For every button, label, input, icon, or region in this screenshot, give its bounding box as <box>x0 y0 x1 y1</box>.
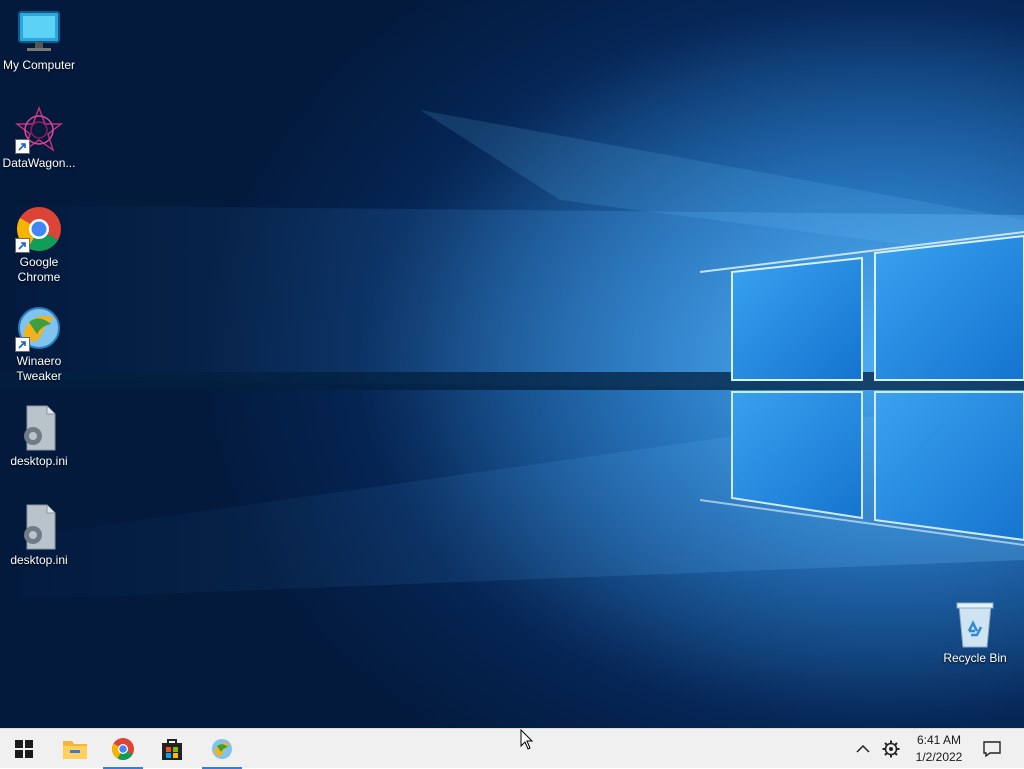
desktop-icon-label: DataWagon... <box>2 156 76 170</box>
desktop-icon-desktop-ini-1[interactable]: desktop.ini <box>0 404 78 469</box>
desktop-icon-my-computer[interactable]: My Computer <box>0 8 78 73</box>
desktop-icon-google-chrome[interactable]: Google Chrome <box>0 205 78 285</box>
taskbar-winaero-tweaker[interactable] <box>198 729 246 769</box>
clock-date: 1/2/2022 <box>915 750 963 764</box>
start-button[interactable] <box>0 729 48 769</box>
taskbar-file-explorer[interactable] <box>51 729 99 769</box>
microsoft-store-icon <box>162 739 182 760</box>
desktop-icon-label: My Computer <box>2 58 76 72</box>
action-center-icon <box>983 741 1001 758</box>
desktop-icon-label: desktop.ini <box>10 454 68 468</box>
tray-settings-button[interactable] <box>877 729 905 769</box>
taskbar-chrome[interactable] <box>99 729 147 769</box>
shortcut-arrow-icon <box>15 337 30 352</box>
taskbar: 6:41 AM 1/2/2022 <box>0 728 1024 769</box>
desktop-icon-label: Winaero Tweaker <box>16 354 62 383</box>
winaero-tweaker-icon <box>15 304 63 352</box>
settings-file-icon <box>15 503 63 551</box>
file-explorer-icon <box>63 741 87 759</box>
desktop-icon-label: Recycle Bin <box>943 651 1007 665</box>
desktop-icon-datawagon[interactable]: DataWagon... <box>0 105 78 171</box>
gear-icon <box>882 740 900 758</box>
settings-file-icon <box>15 404 63 452</box>
datawagon-icon <box>14 105 64 154</box>
mouse-cursor-icon <box>520 729 534 750</box>
wallpaper <box>0 0 1024 728</box>
show-hidden-icons-button[interactable] <box>850 729 876 769</box>
computer-icon <box>15 8 63 56</box>
shortcut-arrow-icon <box>15 139 30 154</box>
desktop-icon-recycle-bin[interactable]: Recycle Bin <box>936 601 1014 666</box>
chrome-icon <box>112 738 134 760</box>
recycle-bin-icon <box>951 601 999 649</box>
taskbar-microsoft-store[interactable] <box>148 729 196 769</box>
windows-start-icon <box>15 740 33 758</box>
chrome-icon <box>15 205 63 253</box>
taskbar-clock[interactable]: 6:41 AM 1/2/2022 <box>908 732 970 766</box>
action-center-button[interactable] <box>976 729 1008 769</box>
desktop-icon-label: desktop.ini <box>10 553 68 567</box>
chevron-up-icon <box>856 744 870 753</box>
desktop-icon-winaero-tweaker[interactable]: Winaero Tweaker <box>0 304 78 384</box>
shortcut-arrow-icon <box>15 238 30 253</box>
clock-time: 6:41 AM <box>916 733 962 747</box>
desktop-icon-desktop-ini-2[interactable]: desktop.ini <box>0 503 78 568</box>
desktop-icon-label: Google Chrome <box>17 255 61 284</box>
winaero-tweaker-icon <box>212 739 232 759</box>
desktop: My Computer DataWagon... Google Chrome W… <box>0 0 1024 728</box>
